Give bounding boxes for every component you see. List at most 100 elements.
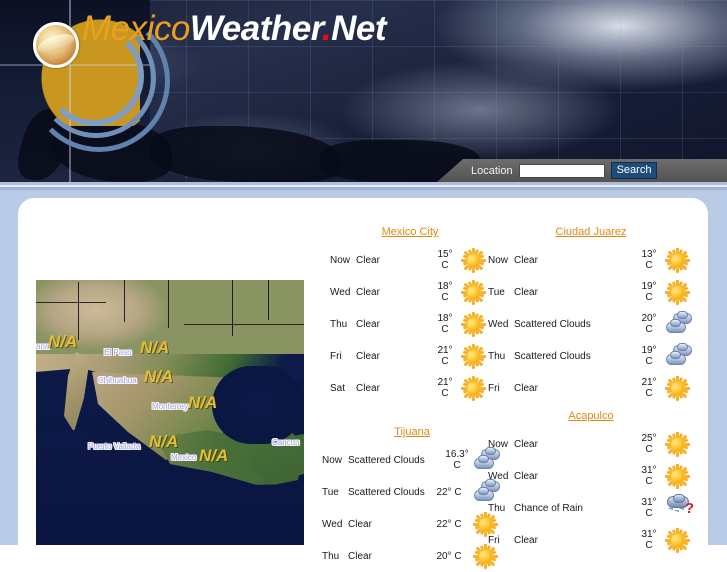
sun-core (671, 382, 684, 395)
sun-icon (460, 247, 490, 273)
forecast-temperature: 18° C (437, 313, 453, 335)
forecast-row: Wed Scattered Clouds 20° C (488, 308, 694, 340)
forecast-row: Thu Clear 18° C (330, 308, 490, 340)
forecast-city-link-mexico-city[interactable]: Mexico City (330, 226, 490, 238)
forecast-temperature: 21° C (641, 377, 657, 399)
forecast-condition: Clear (348, 550, 372, 562)
forecast-condition: Scattered Clouds (514, 350, 591, 362)
cloud-puff (677, 343, 688, 351)
sun-icon (664, 375, 694, 401)
sun-core (467, 382, 480, 395)
forecast-condition: Clear (514, 470, 538, 482)
forecast-day: Fri (488, 382, 500, 394)
forecast-condition: Scattered Clouds (348, 486, 425, 498)
forecast-row: Now Scattered Clouds 16.3° C (322, 444, 502, 476)
forecast-block-ciudad-juarez: Ciudad Juarez Now Clear 13° C Tue Clear 19° C W… (488, 226, 694, 404)
location-label: Location (471, 164, 513, 177)
mexico-weather-map[interactable]: ana El Paso Chihuahua Monterrey Puerto Valla… (36, 280, 304, 545)
sun-icon (460, 375, 490, 401)
map-na-label: N/A (199, 446, 229, 465)
forecast-city-link-tijuana[interactable]: Tijuana (322, 426, 502, 438)
sun-core (467, 350, 480, 363)
site-title-dot: . (321, 9, 332, 48)
map-na-label: N/A (48, 332, 78, 351)
forecast-condition: Clear (356, 286, 380, 298)
forecast-day: Now (322, 454, 343, 466)
sun-core (467, 286, 480, 299)
sun-icon (460, 311, 490, 337)
rain-chance-icon: ? (664, 494, 694, 521)
location-input[interactable] (518, 163, 605, 178)
sun-core (467, 318, 480, 331)
forecast-day: Tue (488, 286, 505, 298)
cloud-puff (670, 351, 681, 359)
forecast-condition: Scattered Clouds (514, 318, 591, 330)
forecast-temperature: 31° C (641, 529, 657, 551)
forecast-day: Now (488, 438, 509, 450)
sun-icon (664, 527, 694, 553)
search-button[interactable]: Search (610, 162, 658, 179)
sun-core (671, 470, 684, 483)
forecast-row: Now Clear 15° C (330, 244, 490, 276)
forecast-day: Wed (322, 518, 343, 530)
sun-icon (664, 279, 694, 305)
map-city-label: Puerto Vallarta (88, 442, 141, 451)
sun-icon (460, 279, 490, 305)
clouds-icon (664, 311, 694, 337)
forecast-day: Thu (488, 350, 506, 362)
map-city-label: El Paso (104, 348, 132, 357)
sun-icon (460, 343, 490, 369)
forecast-condition: Clear (348, 518, 372, 530)
forecast-day: Fri (330, 350, 342, 362)
forecast-temperature: 22° C (436, 518, 462, 530)
forecast-condition: Clear (514, 534, 538, 546)
forecast-condition: Clear (356, 254, 380, 266)
forecast-block-tijuana: Tijuana Now Scattered Clouds 16.3° C Tue Scat… (322, 426, 502, 572)
forecast-temperature: 31° C (641, 465, 657, 487)
forecast-temperature: 21° C (437, 377, 453, 399)
forecast-condition: Clear (514, 438, 538, 450)
sun-core (671, 534, 684, 547)
forecast-day: Tue (322, 486, 339, 498)
map-city-label: Cancun (272, 438, 300, 447)
cloud-puff (673, 494, 685, 503)
map-city-label: Monterrey (152, 402, 189, 411)
forecast-row: Tue Scattered Clouds 22° C (322, 476, 502, 508)
sun-icon (664, 463, 694, 489)
site-title: MexicoWeather.Net (82, 9, 387, 49)
forecast-temperature: 19° C (641, 345, 657, 367)
map-city-label: Mexico (171, 453, 197, 462)
question-mark-icon: ? (684, 500, 694, 517)
map-na-label: N/A (144, 367, 174, 386)
forecast-temperature: 16.3° C (445, 449, 469, 471)
map-state-borders (36, 280, 304, 545)
sun-core (671, 286, 684, 299)
forecast-row: Wed Clear 18° C (330, 276, 490, 308)
forecast-city-link-ciudad-juarez[interactable]: Ciudad Juarez (488, 226, 694, 238)
forecast-temperature: 20° C (436, 550, 462, 562)
sun-icon (664, 247, 694, 273)
forecast-condition: Chance of Rain (514, 502, 583, 514)
cloud-puff (677, 311, 688, 319)
forecast-row: Thu Scattered Clouds 19° C (488, 340, 694, 372)
forecast-condition: Clear (514, 382, 538, 394)
forecast-row: Wed Clear 31° C (488, 460, 694, 492)
forecast-condition: Clear (356, 382, 380, 394)
forecast-condition: Clear (514, 286, 538, 298)
sun-core (671, 254, 684, 267)
forecast-day: Wed (488, 470, 509, 482)
forecast-temperature: 15° C (437, 249, 453, 271)
rain-drops (668, 508, 684, 518)
forecast-condition: Clear (514, 254, 538, 266)
forecast-temperature: 20° C (641, 313, 657, 335)
forecast-condition: Clear (356, 350, 380, 362)
forecast-block-mexico-city: Mexico City Now Clear 15° C Wed Clear 18° C Thu… (330, 226, 490, 404)
sun-icon (664, 431, 694, 457)
forecast-day: Wed (330, 286, 351, 298)
forecast-temperature: 25° C (641, 433, 657, 455)
forecast-day: Now (330, 254, 351, 266)
map-na-label: N/A (140, 338, 170, 357)
forecast-row: Fri Clear 21° C (488, 372, 694, 404)
forecast-city-link-acapulco[interactable]: Acapulco (488, 410, 694, 422)
search-bar: Location Search (437, 159, 727, 182)
